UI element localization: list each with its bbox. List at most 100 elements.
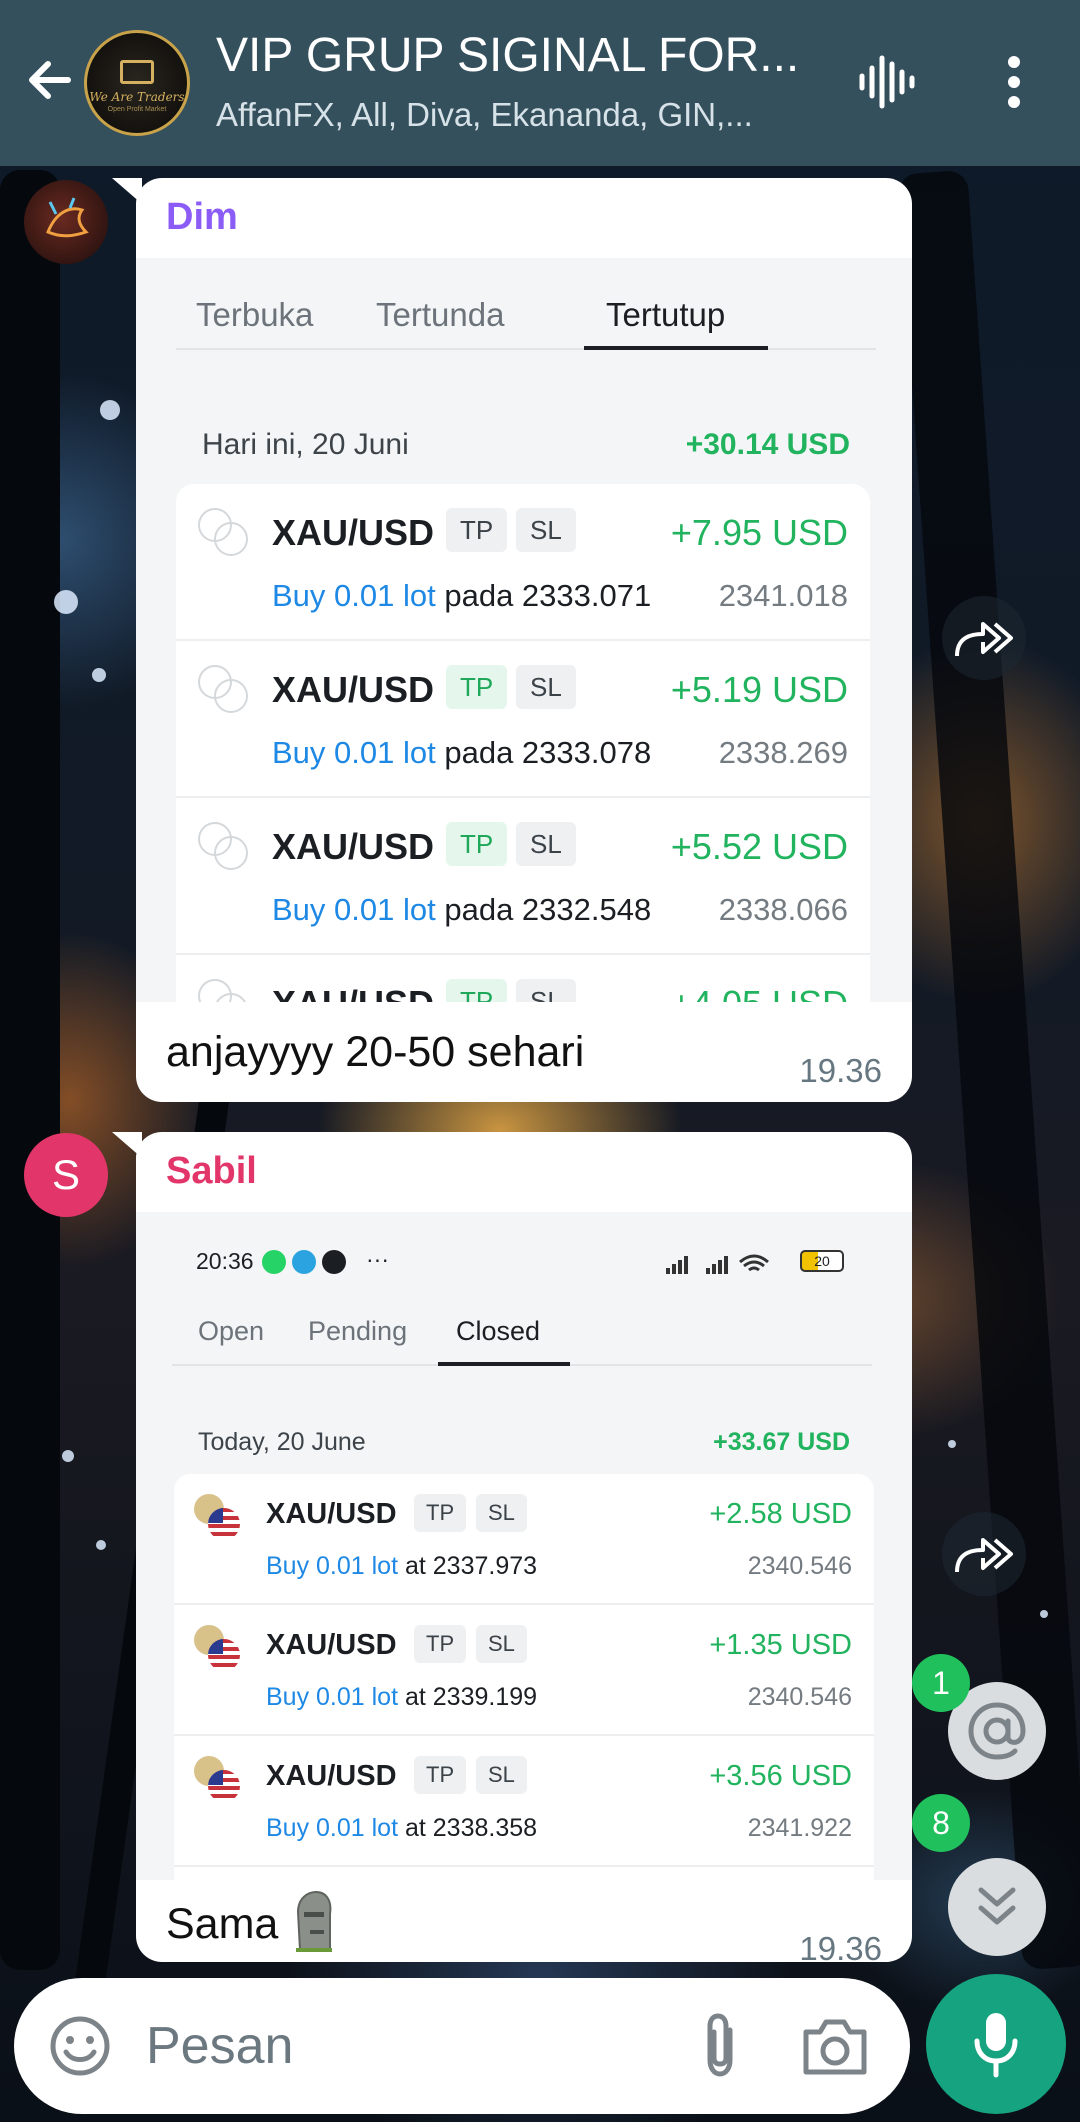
emoji-icon[interactable] [48,2014,112,2078]
group-avatar[interactable]: We Are Traders Open Profit Market [84,30,190,136]
sender-avatar-dim[interactable] [24,180,108,264]
tp-badge: TP [446,822,508,866]
message-time: 19.36 [799,1052,882,1089]
message-composer [14,1978,910,2114]
trade-row: XAU/USD TP SL +3.56 USD Buy 0.01 lot at … [174,1736,874,1867]
voice-message-button[interactable] [926,1974,1066,2114]
sl-badge: SL [476,1494,527,1532]
trade-detail: Buy 0.01 lot pada 2333.071 [272,578,652,613]
trade-symbol: XAU/USD [272,983,434,1002]
tp-badge: TP [446,508,508,552]
forward-button[interactable] [942,1512,1026,1596]
trade-detail: Buy 0.01 lot at 2339.199 [266,1683,538,1711]
tab-open: Open [198,1316,265,1346]
shared-screenshot[interactable]: Terbuka Tertunda Tertutup Hari ini, 20 J… [136,258,912,1002]
gold-usd-icon [194,1494,244,1544]
message-bubble[interactable]: Sabil 20:36 ··· 20 Open Pending Closed T… [112,1132,912,1967]
close-price: 2341.018 [718,578,848,613]
telegram-icon [292,1250,316,1274]
close-price: 2338.066 [718,892,848,927]
sl-badge: SL [516,979,576,1002]
trade-row: XAU/USD TP SL +5.19 USD Buy 0.01 lot pad… [176,641,870,798]
tab-tertutup: Tertutup [606,296,726,333]
trade-row: XAU/USD TP SL +4.05 USD [176,955,870,1002]
date-label: Hari ini, 20 Juni [202,428,409,461]
more-vertical-icon[interactable] [992,52,1036,112]
trade-detail: Buy 0.01 lot pada 2332.548 [272,892,652,927]
moai-emoji-icon [296,1890,333,1952]
trade-tabs: Terbuka Tertunda Tertutup [176,288,876,350]
trade-row: XAU/USD TP SL +5.52 USD Buy 0.01 lot pad… [176,798,870,955]
paperclip-icon[interactable] [686,2012,754,2080]
more-notifications-icon: ··· [366,1246,389,1272]
group-logo-sub: Open Profit Market [107,105,167,113]
day-total: +33.67 USD [713,1428,850,1456]
sender-name[interactable]: Sabil [166,1150,257,1193]
sl-badge: SL [476,1756,527,1794]
message-caption: anjayyyy 20-50 sehari [166,1028,585,1076]
active-tab-indicator [584,346,768,350]
sl-badge: SL [476,1625,527,1663]
active-tab-indicator [438,1362,570,1366]
trade-detail: Buy 0.01 lot pada 2333.078 [272,735,652,770]
coin-icon [198,508,248,556]
message-bubble[interactable]: Dim Terbuka Tertunda Tertutup Hari ini, … [112,178,912,1102]
trade-row: XAU/USD TP SL +7.95 USD Buy 0.01 lot pad… [176,484,870,641]
gold-usd-icon [194,1756,244,1806]
trade-list: XAU/USD TP SL +2.58 USD Buy 0.01 lot at … [174,1474,874,1880]
camera-icon[interactable] [800,2012,870,2080]
sl-badge: SL [516,508,576,552]
trade-pnl: +3.56 USD [709,1760,852,1792]
trade-pnl: +5.19 USD [670,669,848,710]
sl-badge: SL [516,822,576,866]
chat-header: We Are Traders Open Profit Market VIP GR… [0,0,1080,166]
tab-closed: Closed [456,1316,541,1346]
group-title[interactable]: VIP GRUP SIGINAL FOR... [216,28,816,83]
dragon-icon [46,197,89,238]
at-sign-icon [968,1702,1026,1760]
sender-avatar-sabil[interactable]: S [24,1133,108,1217]
forward-icon [955,1538,1013,1573]
voice-chat-icon[interactable] [856,50,920,114]
sender-name[interactable]: Dim [166,196,238,239]
phone-status-bar: 20:36 ··· 20 [196,1246,856,1284]
message-time: 19.36 [799,1930,882,1967]
group-members[interactable]: AffanFX, All, Diva, Ekananda, GIN,... [216,96,816,134]
unread-count-badge: 8 [912,1794,970,1852]
trade-pnl: +7.95 USD [670,512,848,553]
microphone-icon [974,2013,1018,2078]
signal-wifi-icon [666,1254,769,1274]
message-input[interactable] [146,2008,666,2084]
close-price: 2340.546 [747,1683,852,1711]
trade-row: XAU/USD TP SL +1.35 USD Buy 0.01 lot at … [174,1605,874,1736]
tp-badge: TP [446,979,508,1002]
trade-symbol: XAU/USD [272,669,435,710]
forward-button[interactable] [942,596,1026,680]
forward-icon [955,622,1013,657]
arrow-left-icon[interactable] [22,52,78,108]
tp-badge: TP [414,1756,467,1794]
tab-pending: Pending [308,1316,408,1346]
trade-symbol: XAU/USD [266,1629,397,1661]
coin-icon [198,665,248,713]
battery-icon: 20 [800,1250,844,1272]
trade-tabs: Open Pending Closed [172,1308,872,1366]
tab-terbuka: Terbuka [196,296,314,333]
day-total: +30.14 USD [685,428,850,461]
trade-pnl: +5.52 USD [670,826,848,867]
tp-badge: TP [446,665,508,709]
trade-detail: Buy 0.01 lot at 2337.973 [266,1552,538,1580]
date-label: Today, 20 June [198,1428,366,1456]
sl-badge: SL [516,665,576,709]
trade-symbol: XAU/USD [266,1498,397,1530]
scroll-to-bottom-button[interactable] [948,1858,1046,1956]
trade-symbol: XAU/USD [266,1760,397,1792]
close-price: 2338.269 [718,735,848,770]
tab-tertunda: Tertunda [376,296,505,333]
trade-symbol: XAU/USD [272,512,435,553]
trade-detail: Buy 0.01 lot at 2338.358 [266,1814,538,1842]
group-logo-text: We Are Traders [89,89,185,104]
trade-row: XAU/USD TP SL +2.58 USD Buy 0.01 lot at … [174,1474,874,1605]
shared-screenshot[interactable]: 20:36 ··· 20 Open Pending Closed Today, … [136,1212,912,1880]
message-caption: Sama [166,1890,338,1952]
